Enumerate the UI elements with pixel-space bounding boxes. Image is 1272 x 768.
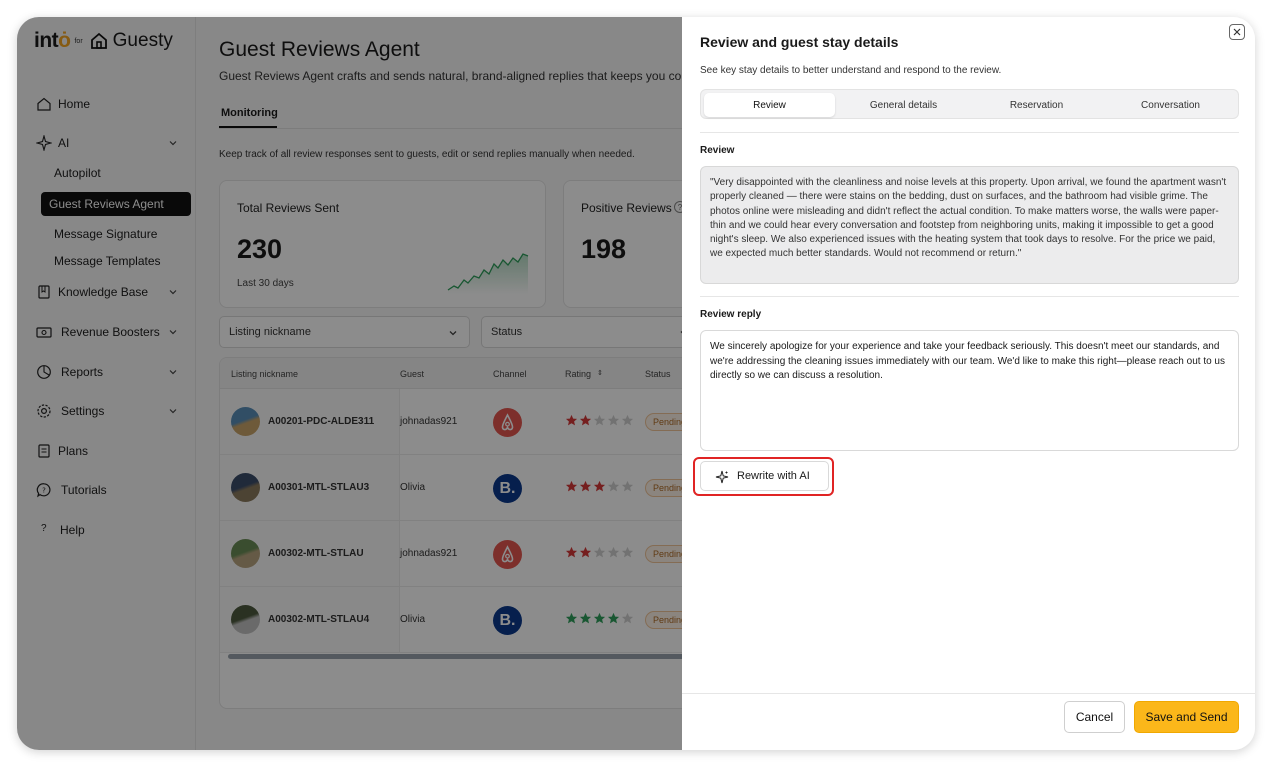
tab-reservation[interactable]: Reservation bbox=[971, 93, 1102, 117]
tab-general-details[interactable]: General details bbox=[838, 93, 969, 117]
divider bbox=[700, 296, 1239, 297]
panel-title: Review and guest stay details bbox=[700, 34, 899, 50]
panel-tabs: Review General details Reservation Conve… bbox=[700, 89, 1239, 119]
reply-section-label: Review reply bbox=[700, 309, 762, 320]
sparkles-icon bbox=[715, 470, 729, 484]
app-background: intȯ for Guesty Home AI Autopilot Guest … bbox=[17, 17, 1255, 750]
review-section-label: Review bbox=[700, 145, 735, 156]
rewrite-label: Rewrite with AI bbox=[737, 470, 810, 482]
review-details-panel: Review and guest stay details See key st… bbox=[682, 17, 1255, 750]
tab-conversation[interactable]: Conversation bbox=[1105, 93, 1236, 117]
modal-backdrop[interactable] bbox=[17, 17, 682, 750]
rewrite-with-ai-button[interactable]: Rewrite with AI bbox=[700, 461, 829, 491]
review-reply-textarea[interactable]: We sincerely apologize for your experien… bbox=[700, 330, 1239, 451]
panel-subtitle: See key stay details to better understan… bbox=[700, 65, 1002, 76]
cancel-button[interactable]: Cancel bbox=[1064, 701, 1125, 733]
save-and-send-button[interactable]: Save and Send bbox=[1134, 701, 1239, 733]
app-window: intȯ for Guesty Home AI Autopilot Guest … bbox=[17, 17, 1255, 750]
divider bbox=[700, 132, 1239, 133]
footer-divider bbox=[682, 693, 1255, 694]
review-text: "Very disappointed with the cleanliness … bbox=[700, 166, 1239, 284]
close-icon bbox=[1233, 28, 1241, 36]
close-button[interactable] bbox=[1229, 24, 1245, 40]
tab-review[interactable]: Review bbox=[704, 93, 835, 117]
